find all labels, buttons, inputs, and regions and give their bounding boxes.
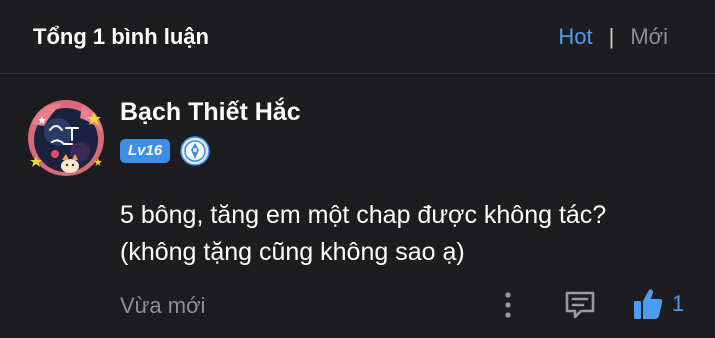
comment-username[interactable]: Bạch Thiết Hắc	[120, 98, 301, 127]
comment-reply-icon	[565, 291, 595, 319]
sort-options: Hot | Mới	[558, 24, 668, 50]
sort-hot-tab[interactable]: Hot	[558, 24, 592, 50]
thumbs-up-icon	[634, 289, 663, 319]
more-vertical-icon	[505, 292, 511, 318]
user-badges: Lv16	[120, 136, 210, 166]
comment-text-line: 5 bông, tăng em một chap được không tác?	[120, 201, 607, 229]
level-badge: Lv16	[120, 139, 171, 163]
sort-separator: |	[608, 24, 615, 49]
comment-text: 5 bông, tăng em một chap được không tác?…	[120, 197, 700, 271]
comments-header: Tổng 1 bình luận Hot | Mới	[0, 0, 715, 74]
like-button[interactable]: 1	[632, 287, 684, 321]
more-options-button[interactable]	[496, 290, 520, 320]
like-count: 1	[672, 291, 685, 316]
avatar-image-icon	[28, 100, 104, 176]
comment-timestamp: Vừa mới	[120, 293, 206, 318]
rank-badge-icon	[180, 136, 210, 166]
sort-new-tab[interactable]: Mới	[630, 24, 668, 50]
comments-count-title: Tổng 1 bình luận	[33, 24, 209, 49]
user-avatar[interactable]	[22, 94, 108, 184]
reply-button[interactable]	[563, 289, 597, 321]
comment-text-line: (không tặng cũng không sao ạ)	[120, 238, 465, 266]
